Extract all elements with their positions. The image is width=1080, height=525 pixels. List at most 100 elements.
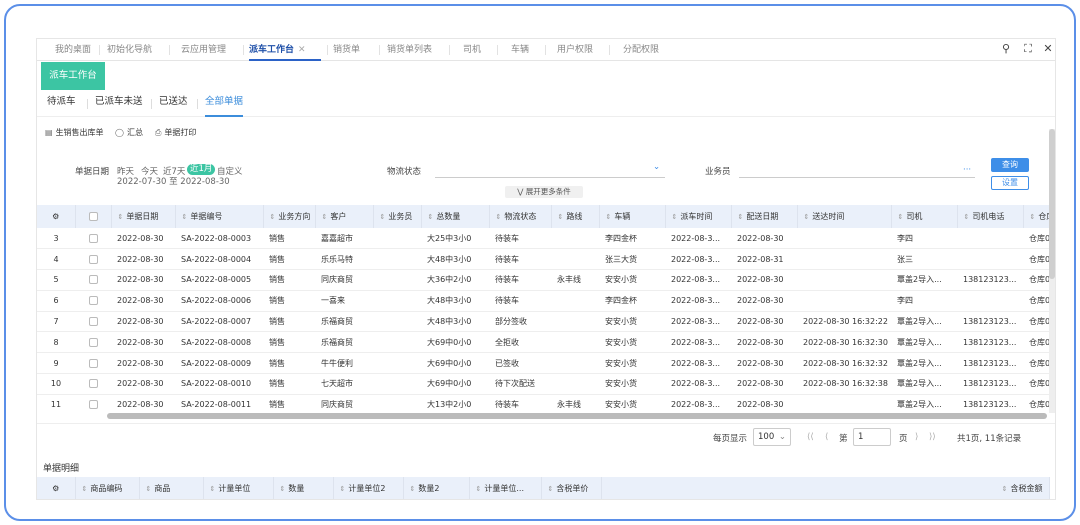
detail-col-unit3[interactable]: ⇕ 计量单位... xyxy=(469,477,542,499)
row-checkbox[interactable] xyxy=(75,352,111,375)
cell-logistics-status: 待装车 xyxy=(489,394,551,413)
last-page-icon[interactable]: ⟩⟩ xyxy=(929,432,936,442)
close-tab-icon[interactable]: ✕ xyxy=(298,45,306,55)
row-checkbox[interactable] xyxy=(75,228,111,250)
col-driver[interactable]: ⇕ 司机 xyxy=(891,205,958,228)
cell-dispatch-time: 2022-08-3... xyxy=(665,373,731,395)
detail-settings-icon[interactable]: ⚙ xyxy=(37,477,76,499)
cell-doc-no: SA-2022-08-0008 xyxy=(175,331,263,354)
table-row[interactable]: 10 2022-08-30 SA-2022-08-0010 销售 七天超市 大69中0小0… xyxy=(37,373,1049,395)
vertical-scrollbar[interactable] xyxy=(1049,129,1055,413)
col-dispatch-time[interactable]: ⇕ 派车时间 xyxy=(665,205,732,228)
prev-page-icon[interactable]: ⟨ xyxy=(825,432,828,442)
cell-dispatch-time: 2022-08-3... xyxy=(665,228,731,250)
row-number: 10 xyxy=(37,373,75,395)
col-vehicle[interactable]: ⇕ 车辆 xyxy=(599,205,666,228)
cell-total-qty: 大36中2小0 xyxy=(421,269,489,291)
subtab-delivered[interactable]: 已送达 xyxy=(159,91,188,117)
print-button[interactable]: ⎙ 单据打印 xyxy=(155,127,196,138)
table-row[interactable]: 4 2022-08-30 SA-2022-08-0004 销售 乐乐马特 大48中3小0 待… xyxy=(37,248,1049,271)
tab-cloud-app[interactable]: 云应用管理 xyxy=(181,39,226,61)
col-direction[interactable]: ⇕ 业务方向 xyxy=(263,205,316,228)
col-warehouse[interactable]: ⇕仓库 xyxy=(1023,205,1049,228)
tab-vehicle[interactable]: 车辆 xyxy=(511,39,529,61)
generate-outbound-button[interactable]: ▤ 生销售出库单 xyxy=(45,127,104,138)
cell-logistics-status: 待装车 xyxy=(489,228,551,250)
cell-logistics-status: 待装车 xyxy=(489,290,551,312)
row-checkbox[interactable] xyxy=(75,248,111,271)
scroll-thumb[interactable] xyxy=(1049,129,1055,279)
search-icon[interactable]: ⚲ xyxy=(999,42,1013,56)
detail-col-qty[interactable]: ⇕ 数量 xyxy=(273,477,334,499)
tab-init-nav[interactable]: 初始化导航 xyxy=(107,39,152,61)
next-page-icon[interactable]: ⟩ xyxy=(915,432,918,442)
tab-dispatch-workbench[interactable]: 派车工作台 ✕ xyxy=(249,39,321,61)
col-salesman[interactable]: ⇕ 业务员 xyxy=(373,205,422,228)
tab-sales-order-list[interactable]: 销货单列表 xyxy=(387,39,432,61)
row-checkbox[interactable] xyxy=(75,331,111,354)
close-icon[interactable]: ✕ xyxy=(1041,42,1055,56)
table-row[interactable]: 11 2022-08-30 SA-2022-08-0011 销售 同庆商贸 大13中2小0… xyxy=(37,394,1049,413)
col-customer[interactable]: ⇕ 客户 xyxy=(315,205,374,228)
logistics-select[interactable] xyxy=(435,177,665,178)
select-all-checkbox[interactable] xyxy=(75,205,112,228)
row-checkbox[interactable] xyxy=(75,311,111,333)
detail-col-qty2[interactable]: ⇕ 数量2 xyxy=(403,477,470,499)
cell-date: 2022-08-30 xyxy=(111,331,175,354)
orders-table: ⚙ ⇕ 单据日期 ⇕ 单据编号 ⇕ 业务方向 ⇕ 客户 ⇕ 业务员 ⇕ 总数量 ⇕ 物流状态 … xyxy=(37,205,1049,413)
detail-col-unit2[interactable]: ⇕ 计量单位2 xyxy=(333,477,404,499)
table-row[interactable]: 3 2022-08-30 SA-2022-08-0003 销售 嘉嘉超市 大25中3小0 待… xyxy=(37,228,1049,250)
fullscreen-icon[interactable]: ⛶ xyxy=(1021,42,1035,56)
settings-button[interactable]: 设置 xyxy=(991,176,1029,190)
page-input[interactable]: 1 xyxy=(853,428,891,446)
subtab-pending-dispatch[interactable]: 待派车 xyxy=(47,91,76,117)
col-arrival-time[interactable]: ⇕ 送达时间 xyxy=(797,205,892,228)
summary-button[interactable]: ◯ 汇总 xyxy=(115,127,143,138)
tab-desktop[interactable]: 我的桌面 xyxy=(55,39,91,61)
col-driver-phone[interactable]: ⇕ 司机电话 xyxy=(957,205,1024,228)
table-row[interactable]: 9 2022-08-30 SA-2022-08-0009 销售 牛牛便利 大69中0小0 已… xyxy=(37,352,1049,375)
table-row[interactable]: 6 2022-08-30 SA-2022-08-0006 销售 一喜来 大48中3小0 待装… xyxy=(37,290,1049,312)
col-doc-no[interactable]: ⇕ 单据编号 xyxy=(175,205,264,228)
table-row[interactable]: 5 2022-08-30 SA-2022-08-0005 销售 同庆商贸 大36中2小0 待… xyxy=(37,269,1049,291)
horizontal-scrollbar[interactable] xyxy=(107,413,1047,419)
col-route[interactable]: ⇕ 路线 xyxy=(551,205,600,228)
tab-divider xyxy=(545,45,546,55)
detail-col-product[interactable]: ⇕ 商品 xyxy=(139,477,204,499)
cell-route xyxy=(551,311,599,333)
more-icon[interactable]: ··· xyxy=(963,165,971,175)
salesman-input[interactable] xyxy=(739,177,975,178)
query-button[interactable]: 查询 xyxy=(991,158,1029,172)
row-checkbox[interactable] xyxy=(75,269,111,291)
per-page-select[interactable]: 100 ⌄ xyxy=(753,428,791,446)
row-checkbox[interactable] xyxy=(75,290,111,312)
detail-col-unit[interactable]: ⇕ 计量单位 xyxy=(203,477,274,499)
cell-dispatch-time: 2022-08-3... xyxy=(665,311,731,333)
cell-doc-no: SA-2022-08-0003 xyxy=(175,228,263,250)
col-delivery-date[interactable]: ⇕ 配送日期 xyxy=(731,205,798,228)
cell-arrival-time: 2022-08-30 16:32:30 xyxy=(797,331,891,354)
table-header: ⚙ ⇕ 单据日期 ⇕ 单据编号 ⇕ 业务方向 ⇕ 客户 ⇕ 业务员 ⇕ 总数量 ⇕ 物流状态 … xyxy=(37,205,1049,228)
detail-col-tax-amount[interactable]: ⇕ 含税金额 xyxy=(601,477,1050,499)
tab-user-permission[interactable]: 用户权限 xyxy=(557,39,593,61)
tab-sales-order[interactable]: 销货单 xyxy=(333,39,360,61)
col-total-qty[interactable]: ⇕ 总数量 xyxy=(421,205,490,228)
date-1month[interactable]: 近1月 xyxy=(187,164,216,175)
tab-driver[interactable]: 司机 xyxy=(463,39,481,61)
detail-col-tax-price[interactable]: ⇕ 含税单价 xyxy=(541,477,602,499)
detail-col-code[interactable]: ⇕ 商品编码 xyxy=(75,477,140,499)
table-row[interactable]: 7 2022-08-30 SA-2022-08-0007 销售 乐福商贸 大48中3小0 部… xyxy=(37,311,1049,333)
cell-salesman xyxy=(373,269,421,291)
expand-more-button[interactable]: ⋁ 展开更多条件 xyxy=(505,186,583,198)
table-row[interactable]: 8 2022-08-30 SA-2022-08-0008 销售 乐福商贸 大69中0小0 全… xyxy=(37,331,1049,354)
row-checkbox[interactable] xyxy=(75,394,111,413)
col-logistics-status[interactable]: ⇕ 物流状态 xyxy=(489,205,552,228)
subtab-all-documents[interactable]: 全部单据 xyxy=(205,91,244,117)
subtab-dispatched-undelivered[interactable]: 已派车未送 xyxy=(95,91,143,117)
first-page-icon[interactable]: ⟨⟨ xyxy=(807,432,814,442)
tab-assign-permission[interactable]: 分配权限 xyxy=(623,39,659,61)
row-checkbox[interactable] xyxy=(75,373,111,395)
column-settings-icon[interactable]: ⚙ xyxy=(37,205,76,228)
chevron-down-icon[interactable]: ⌄ xyxy=(653,162,660,172)
col-date[interactable]: ⇕ 单据日期 xyxy=(111,205,176,228)
